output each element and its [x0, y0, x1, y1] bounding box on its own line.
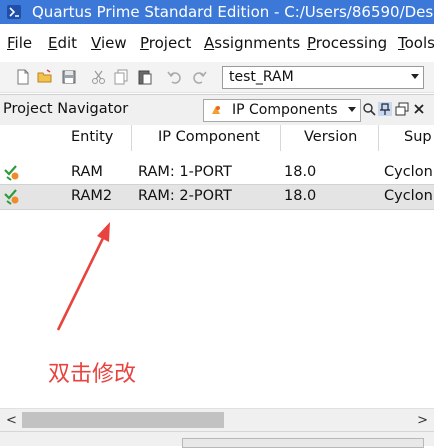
ip-component-cell: RAM: 1-PORT	[138, 164, 232, 180]
menu-edit[interactable]: Edit	[48, 34, 77, 52]
bottom-scrollbar[interactable]	[182, 438, 424, 448]
menu-bar: File Edit View Project Assignments Proce…	[0, 30, 434, 56]
undo-icon[interactable]	[166, 68, 184, 86]
bottom-panel-edge	[0, 431, 434, 448]
ip-variation-icon	[4, 165, 19, 181]
project-selector-value: test_RAM	[229, 69, 294, 85]
support-cell: Cyclon	[384, 164, 433, 180]
navigator-header: Project Navigator IP Components	[0, 95, 434, 126]
navigator-view-value: IP Components	[232, 102, 338, 118]
version-cell: 18.0	[284, 164, 317, 180]
column-support[interactable]: Sup	[404, 129, 432, 145]
table-row[interactable]: RAM RAM: 1-PORT 18.0 Cyclon	[0, 161, 434, 185]
menu-file[interactable]: File	[7, 34, 32, 52]
redo-icon[interactable]	[190, 68, 208, 86]
paste-icon[interactable]	[136, 68, 154, 86]
menu-project[interactable]: Project	[140, 34, 191, 52]
ip-variation-icon	[4, 189, 19, 205]
column-version[interactable]: Version	[304, 129, 357, 145]
ip-component-icon	[212, 106, 220, 114]
float-window-icon[interactable]	[395, 102, 409, 116]
save-icon[interactable]	[60, 68, 78, 86]
menu-tools[interactable]: Tools	[398, 34, 434, 52]
copy-icon[interactable]	[112, 68, 130, 86]
column-divider[interactable]	[280, 125, 281, 151]
window-titlebar: Quartus Prime Standard Edition - C:/User…	[0, 0, 434, 24]
horizontal-scrollbar[interactable]: < >	[0, 408, 434, 431]
scroll-left-icon[interactable]: <	[6, 413, 17, 428]
chevron-down-icon	[411, 74, 419, 79]
annotation-arrow	[56, 222, 110, 331]
ip-component-cell: RAM: 2-PORT	[138, 188, 232, 204]
column-ip-component[interactable]: IP Component	[158, 129, 260, 145]
scroll-right-icon[interactable]: >	[417, 413, 428, 428]
cut-icon[interactable]	[90, 68, 108, 86]
new-file-icon[interactable]	[14, 68, 32, 86]
annotation-text: 双击修改	[48, 362, 137, 387]
quartus-app-icon	[7, 5, 21, 19]
scrollbar-thumb[interactable]	[22, 412, 224, 428]
entity-cell: RAM	[71, 164, 103, 180]
navigator-title: Project Navigator	[3, 101, 129, 117]
close-icon[interactable]	[412, 102, 426, 116]
navigator-view-select[interactable]: IP Components	[203, 99, 361, 122]
ip-table-header: Entity IP Component Version Sup	[0, 125, 434, 151]
menu-processing[interactable]: Processing	[307, 34, 387, 52]
menu-assignments[interactable]: Assignments	[204, 34, 300, 52]
table-row-selected[interactable]: RAM2 RAM: 2-PORT 18.0 Cyclon	[0, 184, 434, 210]
column-divider[interactable]	[378, 125, 379, 151]
window-title: Quartus Prime Standard Edition - C:/User…	[32, 3, 434, 21]
chevron-down-icon	[348, 107, 356, 112]
column-divider[interactable]	[131, 125, 132, 151]
menu-view[interactable]: View	[91, 34, 127, 52]
version-cell: 18.0	[284, 188, 317, 204]
open-folder-icon[interactable]	[36, 68, 54, 86]
column-entity[interactable]: Entity	[71, 129, 113, 145]
search-icon[interactable]	[362, 102, 376, 116]
project-selector[interactable]: test_RAM	[222, 66, 424, 89]
pin-icon[interactable]	[378, 102, 392, 116]
support-cell: Cyclon	[384, 188, 433, 204]
entity-cell: RAM2	[71, 188, 113, 204]
